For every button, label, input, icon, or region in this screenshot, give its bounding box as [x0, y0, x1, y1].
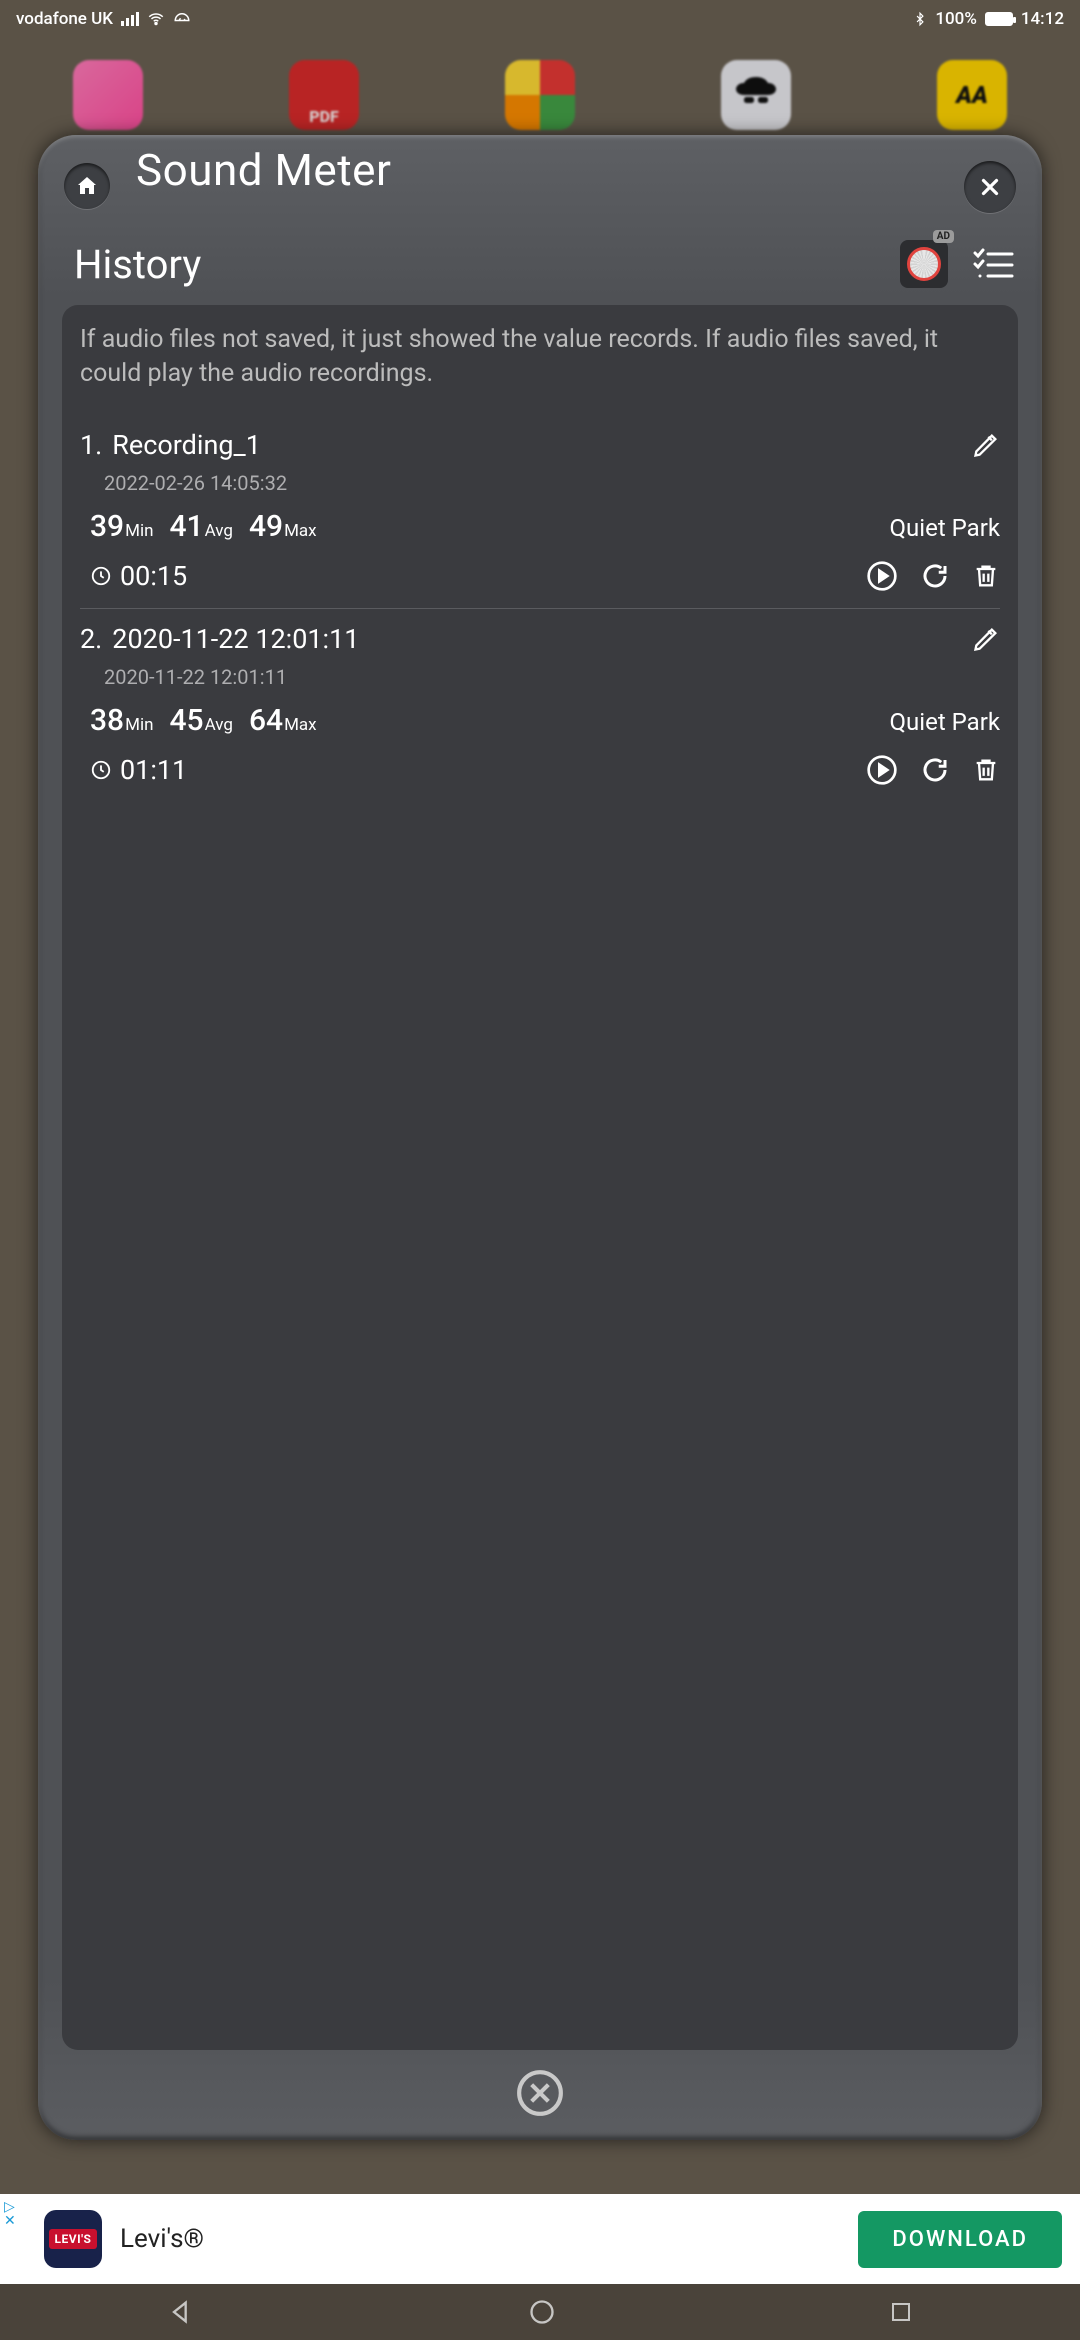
sound-meter-dialog: Sound Meter History AD If audio files no…: [38, 135, 1042, 2140]
edit-button[interactable]: [972, 625, 1000, 653]
close-dialog-button[interactable]: [964, 161, 1016, 213]
list-options-button[interactable]: [972, 247, 1014, 281]
item-name: Recording_1: [112, 429, 972, 461]
ad-download-button[interactable]: DOWNLOAD: [858, 2211, 1062, 2268]
ad-brand: Levi's®: [120, 2224, 858, 2254]
clock-icon: [90, 759, 112, 781]
play-button[interactable]: [866, 754, 898, 786]
app-title: Sound Meter: [136, 147, 391, 193]
item-timestamp: 2022-02-26 14:05:32: [104, 471, 1000, 495]
panel-title: History: [66, 241, 900, 288]
system-nav-bar: [0, 2284, 1080, 2340]
stat-avg: 45Avg: [169, 703, 232, 738]
dashboard-icon: [173, 10, 191, 28]
clock-icon: [90, 565, 112, 587]
ad-banner[interactable]: ▷✕ LEVI'S Levi's® DOWNLOAD: [0, 2194, 1080, 2284]
item-label: Quiet Park: [890, 514, 1000, 542]
play-button[interactable]: [866, 560, 898, 592]
home-button[interactable]: [64, 163, 110, 209]
play-icon: [866, 754, 898, 786]
stat-min: 38Min: [90, 703, 153, 738]
pencil-icon: [972, 431, 1000, 459]
nav-back-button[interactable]: [167, 2298, 195, 2326]
stat-max: 49Max: [249, 509, 317, 544]
item-ordinal: 1.: [80, 429, 102, 461]
history-item: 2. 2020-11-22 12:01:11 2020-11-22 12:01:…: [80, 609, 1000, 802]
stat-avg: 41Avg: [169, 509, 232, 544]
nav-recent-button[interactable]: [889, 2300, 913, 2324]
bluetooth-icon: [913, 10, 927, 28]
battery-icon: [985, 12, 1013, 26]
delete-button[interactable]: [972, 755, 1000, 785]
checklist-icon: [972, 247, 1014, 281]
circle-close-icon: [515, 2068, 565, 2118]
square-recent-icon: [889, 2300, 913, 2324]
record-disc-icon: [907, 247, 941, 281]
ad-badge: AD: [933, 230, 954, 243]
refresh-button[interactable]: [920, 755, 950, 785]
refresh-button[interactable]: [920, 561, 950, 591]
clock: 14:12: [1021, 9, 1064, 29]
status-bar: vodafone UK 100% 14:12: [0, 0, 1080, 38]
history-item: 1. Recording_1 2022-02-26 14:05:32 39Min…: [80, 415, 1000, 609]
home-icon: [75, 174, 99, 198]
play-icon: [866, 560, 898, 592]
wifi-icon: [147, 10, 165, 28]
nav-home-button[interactable]: [528, 2298, 556, 2326]
refresh-icon: [920, 755, 950, 785]
item-name: 2020-11-22 12:01:11: [112, 623, 972, 655]
delete-button[interactable]: [972, 561, 1000, 591]
ad-logo: LEVI'S: [44, 2210, 102, 2268]
trash-icon: [972, 755, 1000, 785]
item-timestamp: 2020-11-22 12:01:11: [104, 665, 1000, 689]
pencil-icon: [972, 625, 1000, 653]
cell-signal-icon: [121, 12, 139, 26]
item-duration: 01:11: [90, 754, 844, 786]
history-list: If audio files not saved, it just showed…: [62, 305, 1018, 2050]
circle-home-icon: [528, 2298, 556, 2326]
dismiss-panel-button[interactable]: [515, 2068, 565, 2118]
ad-marker-icon[interactable]: ▷✕: [4, 2200, 16, 2228]
info-note: If audio files not saved, it just showed…: [80, 323, 1000, 391]
item-duration: 00:15: [90, 560, 844, 592]
carrier-label: vodafone UK: [16, 9, 113, 29]
ad-thumbnail[interactable]: AD: [900, 240, 948, 288]
stat-min: 39Min: [90, 509, 153, 544]
stat-max: 64Max: [249, 703, 317, 738]
triangle-back-icon: [167, 2298, 195, 2326]
item-ordinal: 2.: [80, 623, 102, 655]
edit-button[interactable]: [972, 431, 1000, 459]
close-icon: [977, 174, 1003, 200]
battery-pct: 100%: [935, 9, 977, 29]
refresh-icon: [920, 561, 950, 591]
item-label: Quiet Park: [890, 708, 1000, 736]
trash-icon: [972, 561, 1000, 591]
